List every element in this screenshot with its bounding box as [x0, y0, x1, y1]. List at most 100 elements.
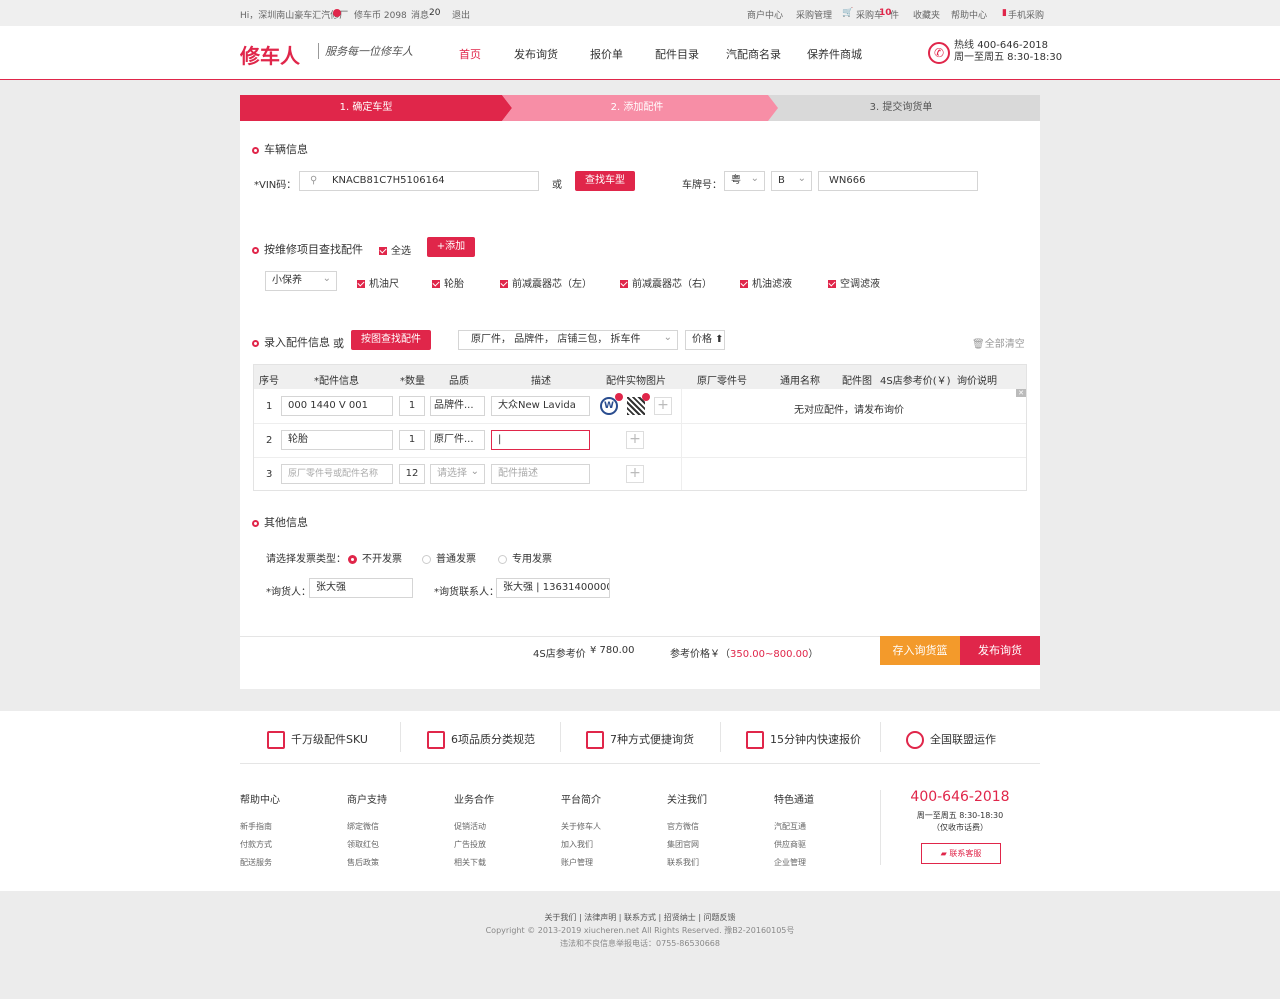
- buyer-input[interactable]: 张大强: [309, 578, 413, 598]
- footer-link[interactable]: 集团官网: [667, 839, 699, 850]
- footer-link[interactable]: 相关下载: [454, 857, 486, 868]
- logout-link[interactable]: 退出: [452, 8, 470, 21]
- row-1-part-input[interactable]: 000 1440 V 001: [281, 396, 393, 416]
- repair-item-oil-filter[interactable]: 机油滤液: [740, 275, 792, 290]
- repair-item-front-shock-left[interactable]: 前减震器芯（左）: [500, 275, 592, 290]
- select-all-checkbox[interactable]: 全选: [379, 242, 411, 257]
- invoice-special-radio[interactable]: 专用发票: [498, 550, 552, 565]
- quality-filter-select[interactable]: 原厂件， 品牌件， 店铺三包， 拆车件: [458, 330, 678, 350]
- footer-link[interactable]: 关于修车人: [561, 821, 601, 832]
- row-3-qty-input[interactable]: 12: [399, 464, 425, 484]
- hotline-label: 热线: [954, 40, 974, 51]
- footer-link[interactable]: 售后政策: [347, 857, 379, 868]
- clear-all-link[interactable]: 🗑全部清空: [972, 335, 1025, 350]
- row-2-desc-input[interactable]: |: [491, 430, 590, 450]
- nav-supplier-directory[interactable]: 汽配商名录: [726, 46, 781, 62]
- column-divider: [681, 389, 682, 490]
- footer-link[interactable]: 促销活动: [454, 821, 486, 832]
- price-sort-button[interactable]: 价格 ⬆: [685, 330, 725, 350]
- invoice-normal-radio[interactable]: 普通发票: [422, 550, 476, 565]
- publish-inquiry-button[interactable]: 发布询货: [960, 636, 1040, 665]
- row-3-quality-select[interactable]: 请选择: [430, 464, 485, 484]
- province-select[interactable]: 粤: [724, 171, 765, 191]
- footer-link[interactable]: 新手指南: [240, 821, 272, 832]
- row-2-qty-input[interactable]: 1: [399, 430, 425, 450]
- messages-count[interactable]: 20: [429, 8, 440, 18]
- nav-home[interactable]: 首页: [459, 46, 481, 62]
- repair-section-title: 按维修项目查找配件: [252, 241, 363, 257]
- footer-col-follow-title: 关注我们: [667, 795, 707, 806]
- footer-link[interactable]: 供应商驱: [774, 839, 806, 850]
- mobile-purchase-link[interactable]: 手机采购: [1008, 8, 1044, 21]
- nav-parts-catalog[interactable]: 配件目录: [655, 46, 699, 62]
- close-icon[interactable]: ✕: [1016, 389, 1026, 397]
- add-image-button[interactable]: +: [654, 397, 672, 415]
- contact-input[interactable]: 张大强 | 13631400000: [496, 578, 610, 598]
- repair-item-tire[interactable]: 轮胎: [432, 275, 464, 290]
- row-3-part-input[interactable]: 原厂零件号或配件名称: [281, 464, 393, 484]
- col-part-info: *配件信息: [314, 376, 359, 387]
- plate-letter-select[interactable]: B: [771, 171, 812, 191]
- footer-link[interactable]: 绑定微信: [347, 821, 379, 832]
- row-2-part-input[interactable]: 轮胎: [281, 430, 393, 450]
- remove-image-icon[interactable]: [642, 393, 650, 401]
- footer-link[interactable]: 配送服务: [240, 857, 272, 868]
- row-3-no: 3: [266, 469, 273, 480]
- favorites-link[interactable]: 收藏夹: [913, 8, 940, 21]
- nav-publish-inquiry[interactable]: 发布询货: [514, 46, 558, 62]
- nav-maintenance-mall[interactable]: 保养件商城: [807, 46, 862, 62]
- row-2-quality-select[interactable]: 原厂件...: [430, 430, 485, 450]
- merchant-center-link[interactable]: 商户中心: [747, 8, 783, 21]
- site-header: 修车人 服务每一位修车人 首页 发布询货 报价单 配件目录 汽配商名录 保养件商…: [0, 26, 1280, 80]
- invoice-none-radio[interactable]: 不开发票: [348, 550, 402, 565]
- contact-service-button[interactable]: ▰ 联系客服: [921, 843, 1001, 864]
- coin-balance[interactable]: 修车币 2098: [354, 8, 407, 21]
- footer-link[interactable]: 账户管理: [561, 857, 593, 868]
- row-1-qty-input[interactable]: 1: [399, 396, 425, 416]
- footer-phone: 400-646-2018: [910, 789, 1010, 805]
- repair-item-front-shock-right[interactable]: 前减震器芯（右）: [620, 275, 712, 290]
- buyer-label: *询货人：: [266, 587, 311, 598]
- feature-quality: 6项品质分类规范: [427, 731, 535, 749]
- col-oem-no: 原厂零件号: [697, 376, 747, 387]
- remove-image-icon[interactable]: [615, 393, 623, 401]
- add-image-button[interactable]: +: [626, 431, 644, 449]
- repair-item-dipstick[interactable]: 机油尺: [357, 275, 399, 290]
- row-1-quality-select[interactable]: 品牌件...: [430, 396, 485, 416]
- find-by-image-button[interactable]: 按图查找配件: [351, 330, 431, 350]
- save-to-basket-button[interactable]: 存入询货篮: [880, 636, 960, 665]
- footer-link[interactable]: 领取红包: [347, 839, 379, 850]
- help-center-link[interactable]: 帮助中心: [951, 8, 987, 21]
- plate-number-input[interactable]: WN666: [818, 171, 978, 191]
- find-vehicle-button[interactable]: 查找车型: [575, 171, 635, 191]
- add-repair-item-button[interactable]: +添加: [427, 237, 475, 257]
- footer-link[interactable]: 汽配互通: [774, 821, 806, 832]
- repair-item-ac-filter[interactable]: 空调滤液: [828, 275, 880, 290]
- nav-quotes[interactable]: 报价单: [590, 46, 623, 62]
- hotline-hours: 周一至周五 8:30-18:30: [954, 52, 1063, 63]
- messages-label[interactable]: 消息: [411, 8, 429, 21]
- col-photo: 配件实物图片: [606, 376, 666, 387]
- feature-quote: 15分钟内快速报价: [746, 731, 861, 749]
- footer-link[interactable]: 付款方式: [240, 839, 272, 850]
- cart-suffix: 件: [890, 11, 900, 21]
- table-header: 序号 *配件信息 *数量 品质 描述 配件实物图片 原厂零件号 通用名称 配件图…: [254, 365, 1026, 389]
- row-1-no: 1: [266, 401, 273, 412]
- vin-input[interactable]: ⚲ KNACB81C7H5106164: [299, 171, 539, 191]
- cart-icon[interactable]: 🛒: [842, 8, 853, 18]
- purchase-management-link[interactable]: 采购管理: [796, 8, 832, 21]
- add-image-button[interactable]: +: [626, 465, 644, 483]
- row-1-desc-input[interactable]: 大众New Lavida: [491, 396, 590, 416]
- search-doc-icon: [586, 731, 604, 749]
- site-logo[interactable]: 修车人: [240, 40, 300, 69]
- vin-label: *VIN码：: [254, 180, 297, 191]
- footer-link[interactable]: 加入我们: [561, 839, 593, 850]
- footer-link[interactable]: 广告投放: [454, 839, 486, 850]
- row-3-desc-input[interactable]: 配件描述: [491, 464, 590, 484]
- footer-links[interactable]: 关于我们 | 法律声明 | 联系方式 | 招贤纳士 | 问题反馈: [0, 912, 1280, 923]
- footer-link[interactable]: 官方微信: [667, 821, 699, 832]
- repair-category-select[interactable]: 小保养: [265, 271, 337, 291]
- footer-link[interactable]: 企业管理: [774, 857, 806, 868]
- phone-icon: ✆: [928, 42, 950, 64]
- footer-link[interactable]: 联系我们: [667, 857, 699, 868]
